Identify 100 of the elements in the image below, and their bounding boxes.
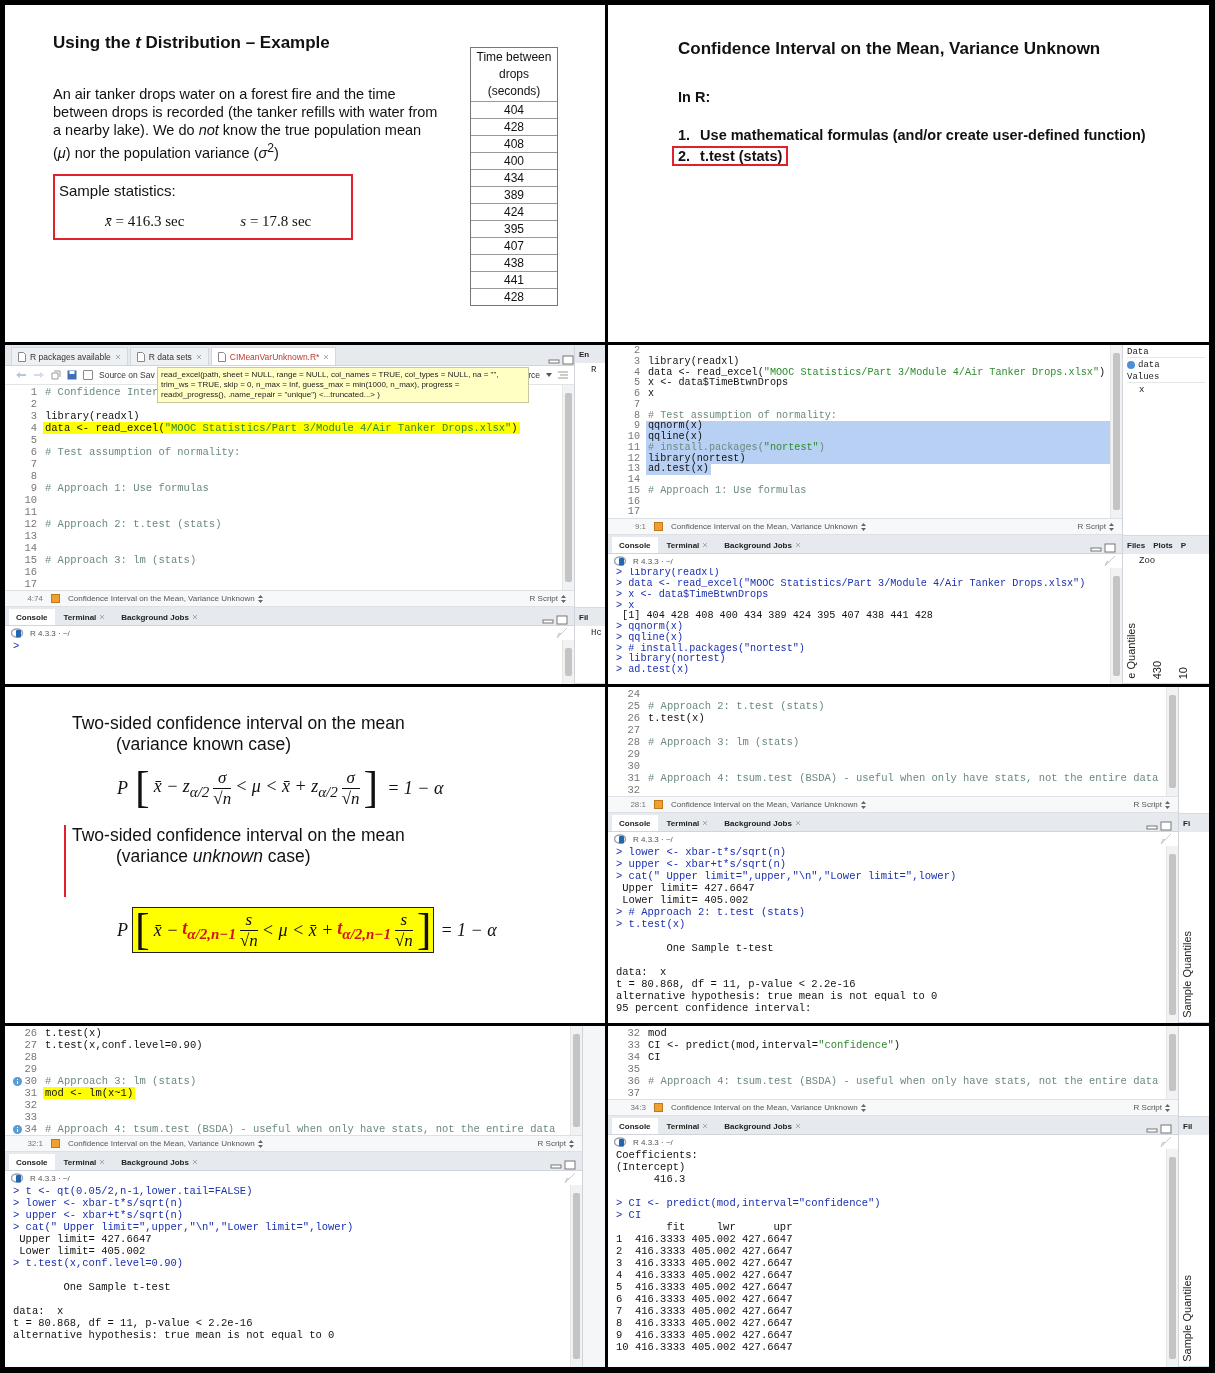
maximize-icon[interactable] [562,355,574,365]
pane-tab[interactable]: Fil [1183,1121,1193,1131]
pane-item[interactable]: x [1127,385,1205,395]
pane-tab[interactable]: P [1180,540,1187,550]
pane-item[interactable]: data [1127,360,1205,370]
console-output: Upper limit= 427.6647 [18,1233,153,1245]
pane-tab[interactable]: Fi [1183,818,1191,828]
pane-item[interactable]: Zoo [1127,556,1205,567]
console-tab[interactable]: Terminal [659,1118,716,1134]
file-type-selector[interactable]: R Script [529,594,566,603]
close-icon[interactable] [702,542,709,549]
close-icon[interactable] [794,542,801,549]
console-tab[interactable]: Console [612,815,658,831]
console-output: 3 416.3333 405.002 427.6647 [616,1257,794,1269]
fraction: σ √n [213,767,232,809]
scrollbar[interactable] [570,1026,582,1135]
save-icon[interactable] [67,370,77,380]
scope-selector[interactable]: Confidence Interval on the Mean, Variance Unknown [68,594,263,603]
maximize-icon[interactable] [1160,1124,1172,1134]
scrollbar[interactable] [1110,568,1122,684]
console-tab[interactable]: Background Jobs [717,815,808,831]
broom-icon[interactable] [556,627,568,639]
close-icon[interactable] [323,353,330,360]
close-icon[interactable] [191,614,198,620]
back-arrow-icon[interactable] [15,371,27,379]
lines-icon[interactable] [558,371,568,379]
editor-tab[interactable]: R packages available [11,347,128,365]
console-tab[interactable]: Console [9,1154,55,1170]
scope-selector[interactable]: Confidence Interval on the Mean, Variance Unknown [671,1103,866,1112]
broom-icon[interactable] [1160,1136,1172,1148]
file-type-selector[interactable]: R Script [537,1139,574,1148]
scope-selector[interactable]: Confidence Interval on the Mean, Variance Unknown [671,800,866,809]
axis-label: 10 [1177,666,1189,679]
console-tab[interactable]: Terminal [56,1154,113,1170]
line-number: 11 [24,506,37,518]
maximize-icon[interactable] [1160,821,1172,831]
editor-tab[interactable]: CIMeanVarUnknown.R* [210,347,337,365]
up-down-caret-icon [1109,522,1114,531]
scrollbar[interactable] [1166,846,1178,1023]
close-icon[interactable] [702,1123,709,1129]
console-tab[interactable]: Background Jobs [114,609,205,625]
pane-tab[interactable]: Plots [1153,540,1173,550]
broom-icon[interactable] [564,1172,576,1184]
table-cell: 395 [471,220,557,237]
console-tab[interactable]: Terminal [659,537,716,554]
close-icon[interactable] [99,1159,106,1165]
checkbox[interactable] [83,370,93,380]
pane-item[interactable]: R [579,365,601,375]
scrollbar[interactable] [1166,1149,1178,1367]
scrollbar[interactable] [1110,345,1122,519]
close-icon[interactable] [794,820,801,826]
console-tab[interactable]: Console [9,609,55,625]
scrollbar[interactable] [562,640,574,684]
maximize-icon[interactable] [1104,543,1116,554]
fraction: σ √n [341,767,360,809]
close-icon[interactable] [191,1159,198,1165]
file-type-selector[interactable]: R Script [1133,800,1170,809]
up-down-caret-icon [860,800,866,809]
scrollbar[interactable] [1166,1026,1178,1099]
close-icon[interactable] [195,353,202,360]
source-button[interactable]: rce [528,370,540,380]
file-type-selector[interactable]: R Script [1077,522,1114,532]
console-tab[interactable]: Console [612,537,658,554]
console-tab[interactable]: Terminal [659,815,716,831]
pages-icon[interactable] [51,370,61,380]
console-tab[interactable]: Terminal [56,609,113,625]
console-tab[interactable]: Background Jobs [114,1154,205,1170]
slide-subheading: (variance unknown case) [115,846,312,867]
forward-arrow-icon[interactable] [33,371,45,379]
scope-selector[interactable]: Confidence Interval on the Mean, Variance Unknown [671,522,866,532]
pane-item[interactable]: Hc [579,628,601,638]
console-tab[interactable]: Background Jobs [717,1118,808,1134]
scrollbar[interactable] [1166,687,1178,796]
console-command: > CI [616,1209,643,1221]
console-output: 5 416.3333 405.002 427.6647 [616,1281,794,1293]
scrollbar[interactable] [562,385,574,590]
close-icon[interactable] [794,1123,801,1129]
console-tab[interactable]: Background Jobs [717,537,808,554]
maximize-icon[interactable] [564,1160,576,1170]
pane-tab[interactable]: Fil [579,612,589,622]
close-icon[interactable] [99,614,106,620]
pane-tab[interactable]: Files [1127,540,1146,550]
editor-tab[interactable]: R data sets [129,347,209,365]
console-output: Lower limit= 405.002 [18,1245,147,1257]
scrollbar[interactable] [570,1185,582,1367]
broom-icon[interactable] [1104,555,1116,568]
scope-selector[interactable]: Confidence Interval on the Mean, Variance Unknown [68,1139,263,1148]
code-comment: # Approach 3: lm (stats) [647,736,801,748]
broom-icon[interactable] [1160,833,1172,845]
console-output: 1 416.3333 405.002 427.6647 [616,1233,794,1245]
console-title: R 4.3.3 · ~/ [633,834,673,844]
up-down-caret-icon [561,594,566,603]
close-icon[interactable] [702,820,709,826]
console-tab[interactable]: Console [612,1118,658,1134]
line-number: 13 [627,464,640,475]
console-output: (Intercept) [616,1161,687,1173]
maximize-icon[interactable] [556,615,568,625]
file-type-selector[interactable]: R Script [1133,1103,1170,1112]
close-icon[interactable] [114,353,121,360]
code-comment: # install.packages("nortest") [646,442,1110,454]
